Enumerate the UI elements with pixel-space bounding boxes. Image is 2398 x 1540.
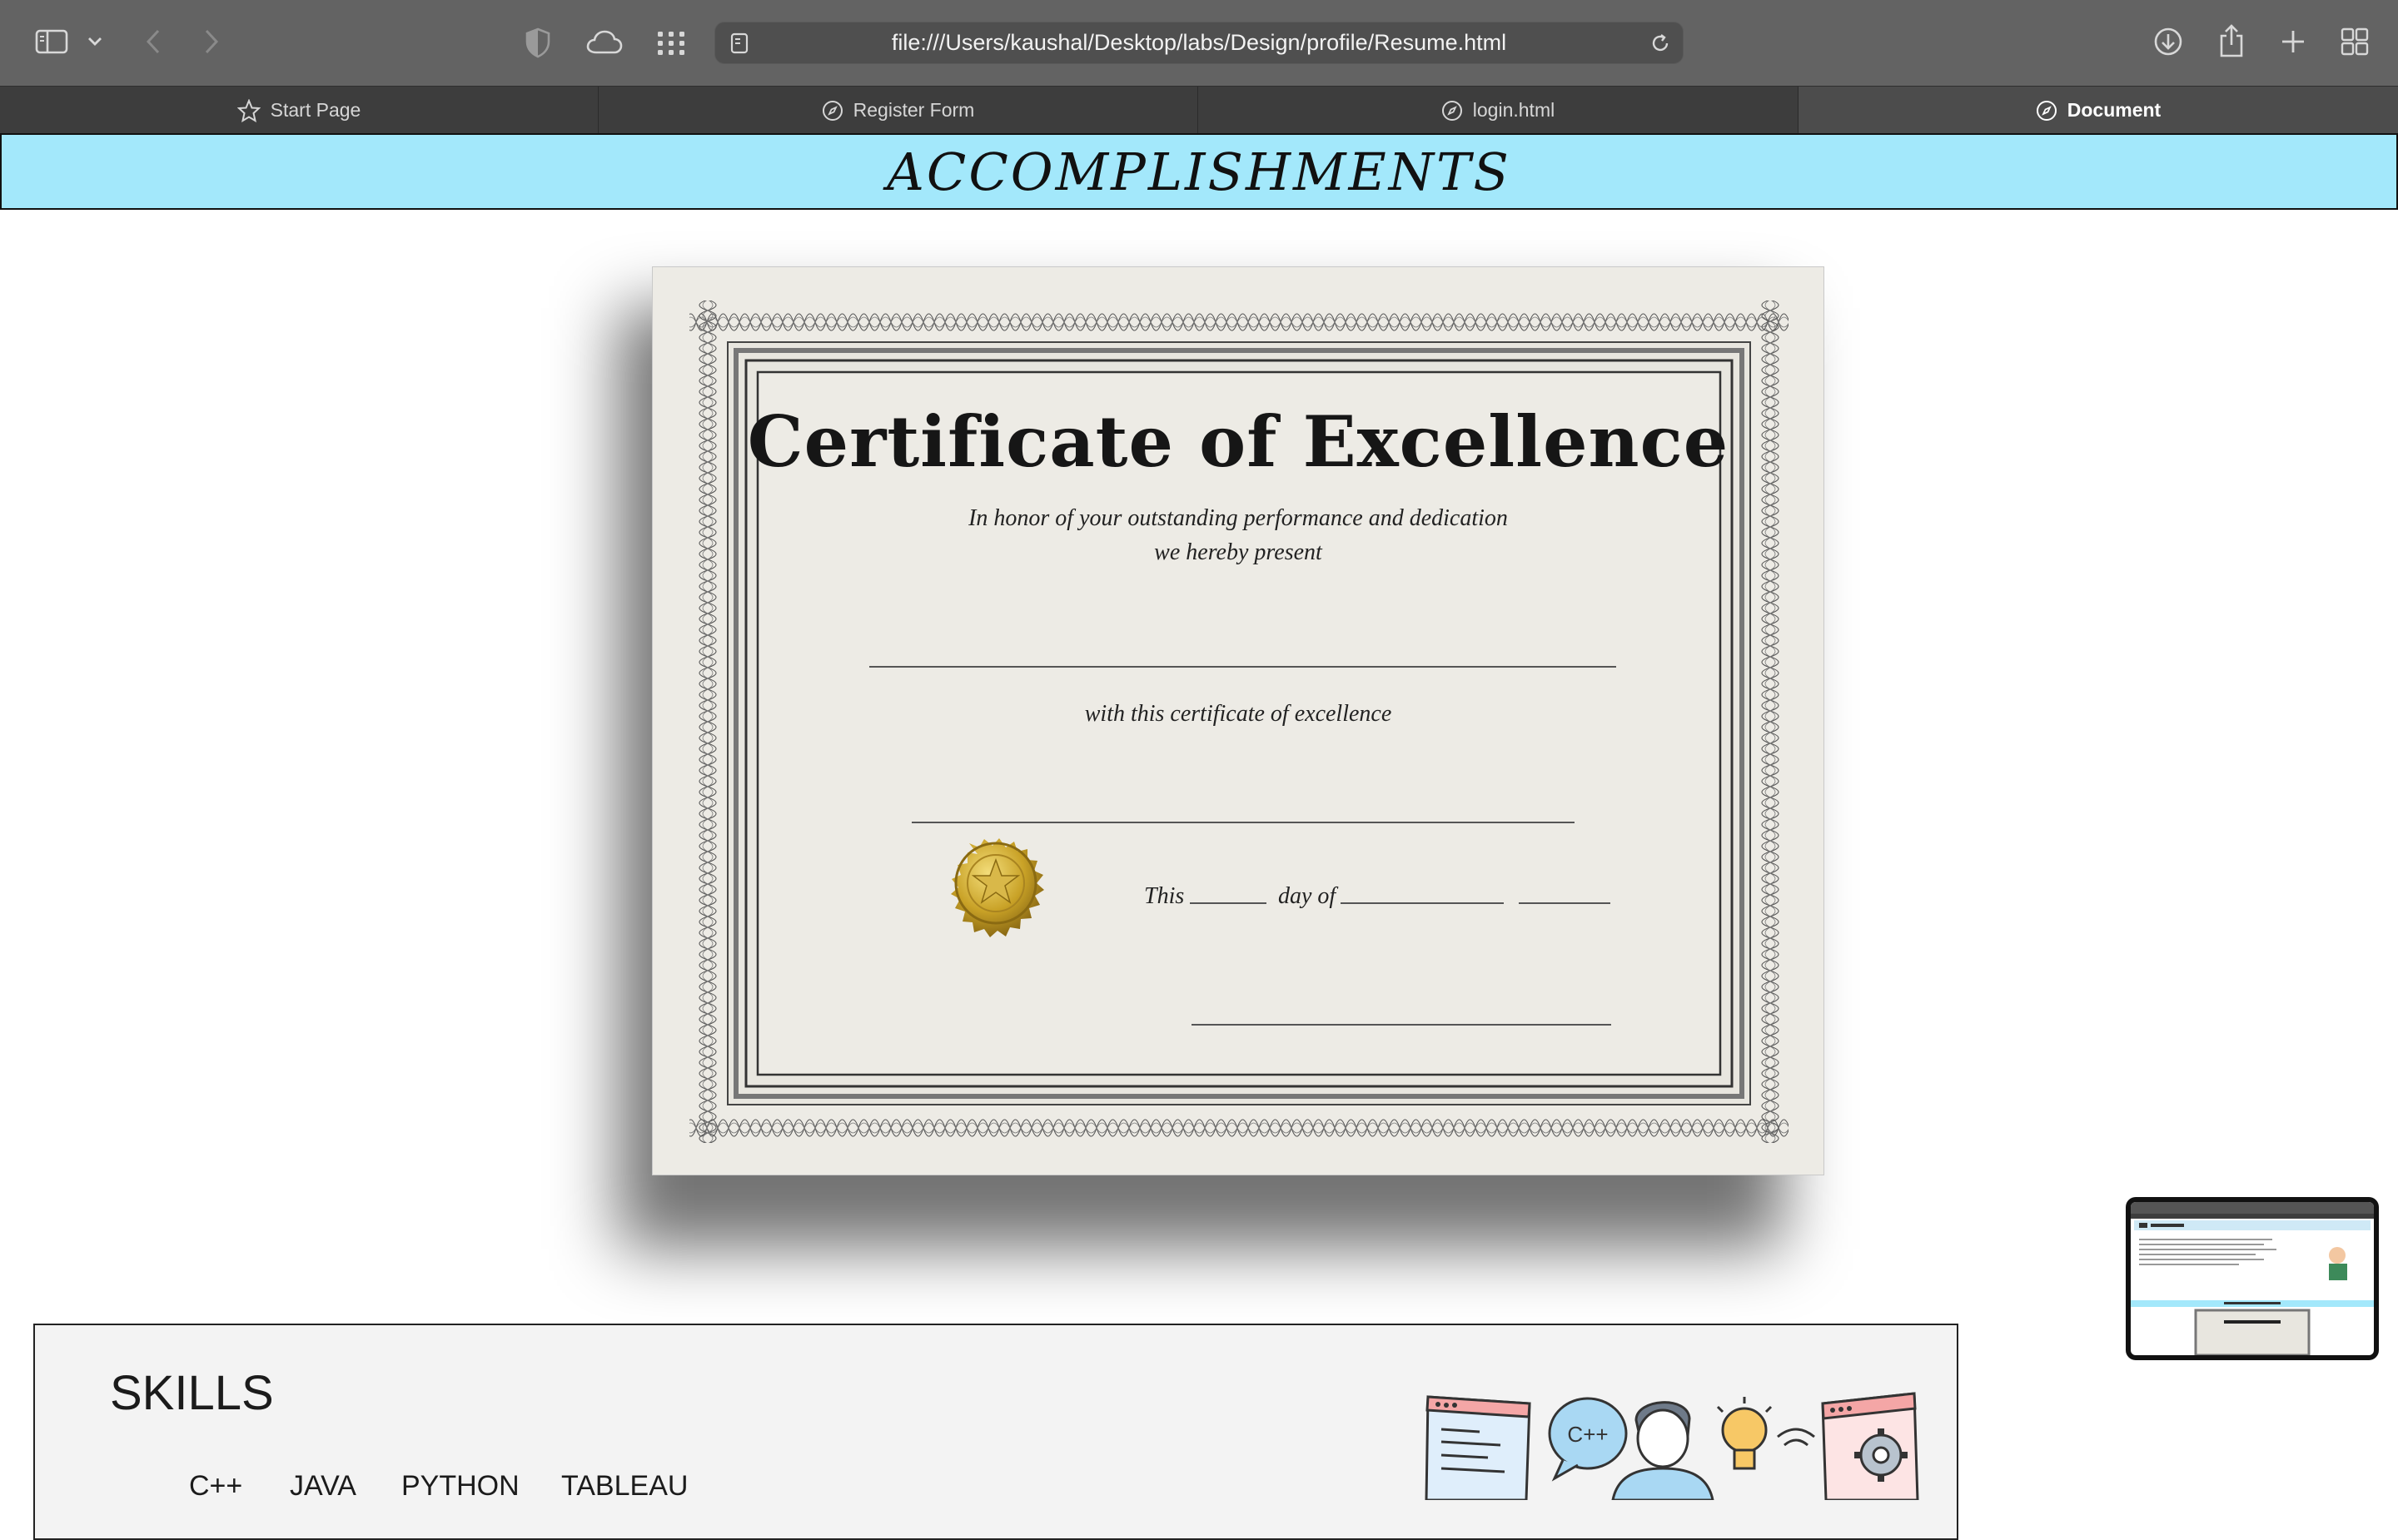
accomplishments-heading: ACCOMPLISHMENTS [887,141,1511,202]
certificate-present-text: we hereby present [1154,539,1322,565]
day-blank-line [1190,902,1266,904]
share-icon [2220,24,2243,57]
compass-icon [1441,100,1463,122]
person-icon [1611,1401,1714,1500]
tab-register-form[interactable]: Register Form [599,87,1198,134]
tab-label: Register Form [853,99,975,121]
tab-label: Start Page [270,99,361,121]
skill-item: PYTHON [401,1470,520,1502]
signature-line-top [912,822,1575,823]
reload-icon[interactable] [1649,32,1671,54]
compass-icon [2036,100,2057,122]
this-label: This [1144,883,1185,909]
developer-illustration: C++ [1425,1392,1919,1500]
year-blank-line [1519,902,1610,904]
screenshot-thumbnail[interactable] [2126,1197,2379,1360]
address-bar[interactable]: file:///Users/kaushal/Desktop/labs/Desig… [714,22,1684,64]
grid-dots-icon [658,32,684,55]
share-button[interactable] [2215,22,2248,60]
skills-section: SKILLS C++ JAVA PYTHON TABLEAU C++ [33,1324,1958,1540]
day-of-label: day of [1278,883,1336,909]
tab-overview-grid-button[interactable] [654,27,688,60]
forward-button[interactable] [195,25,228,58]
back-button[interactable] [137,25,170,58]
certificate-title: Certificate of Excellence [747,400,1729,483]
speech-bubble-icon: C++ [1548,1397,1628,1482]
skill-item: TABLEAU [561,1470,689,1502]
url-text: file:///Users/kaushal/Desktop/labs/Desig… [891,30,1507,55]
tab-label: login.html [1472,99,1555,121]
tab-document[interactable]: Document [1798,87,2398,134]
plus-icon [2282,31,2304,52]
accomplishments-banner: ACCOMPLISHMENTS [0,133,2398,210]
skill-item: C++ [189,1470,243,1502]
skill-item: JAVA [290,1470,356,1502]
tab-label: Document [2067,99,2162,121]
icloud-tabs-button[interactable] [585,25,624,60]
thumbnail-preview [2131,1202,2374,1355]
tab-login[interactable]: login.html [1198,87,1798,134]
downloads-button[interactable] [2152,25,2185,58]
compass-icon [822,100,843,122]
chevron-right-icon [205,29,219,54]
recipient-name-line [869,666,1616,668]
light-bulb-icon [1716,1397,1773,1470]
certificate-excellence-text: with this certificate of excellence [1084,701,1392,727]
sidebar-toggle-button[interactable] [32,25,72,58]
month-blank-line [1341,902,1504,904]
new-tab-button[interactable] [2276,25,2310,58]
thumbnail-page-preview [2131,1202,2374,1355]
browser-toolbar: file:///Users/kaushal/Desktop/labs/Desig… [0,0,2398,86]
cloud-icon [586,30,623,54]
skills-title: SKILLS [110,1366,274,1420]
certificate-honor-text: In honor of your outstanding performance… [968,505,1508,531]
chevron-left-icon [146,29,160,54]
wifi-icon [1777,1428,1815,1447]
sidebar-icon [35,29,68,54]
tab-start-page[interactable]: Start Page [0,87,599,134]
certificate-image: Certificate of Excellence In honor of yo… [652,266,1824,1175]
chevron-down-icon [88,37,102,46]
star-icon [236,98,261,122]
tab-bar: Start Page Register Form login.html Docu… [0,86,2398,134]
privacy-report-button[interactable] [521,25,555,60]
settings-window-icon [1821,1392,1919,1500]
download-circle-icon [2154,27,2182,56]
sidebar-menu-chevron[interactable] [83,30,107,53]
signature-line-bottom [1192,1024,1611,1026]
show-all-tabs-button[interactable] [2338,25,2371,58]
illustration-badge-text: C++ [1567,1422,1608,1447]
shield-icon [525,27,550,58]
tabs-grid-icon [2341,27,2369,56]
code-window-icon [1425,1395,1531,1500]
